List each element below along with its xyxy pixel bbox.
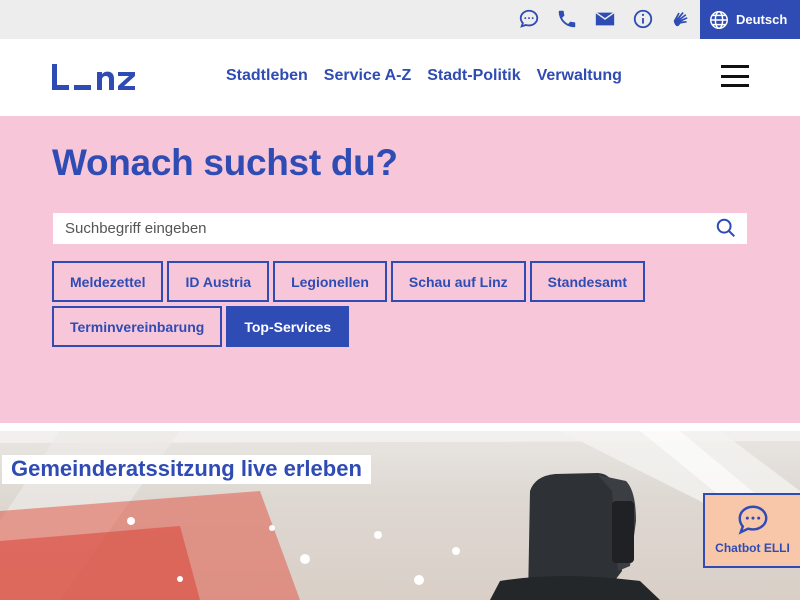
language-selector[interactable]: Deutsch <box>700 0 800 39</box>
page-title: Wonach suchst du? <box>52 142 398 183</box>
main-header: Stadtleben Service A-Z Stadt-Politik Ver… <box>0 39 800 116</box>
search-input[interactable] <box>53 213 747 244</box>
main-navigation: Stadtleben Service A-Z Stadt-Politik Ver… <box>226 67 622 85</box>
quick-link-meldezettel[interactable]: Meldezettel <box>52 261 164 302</box>
feature-teaser[interactable]: Gemeinderatssitzung live erleben <box>0 431 800 600</box>
menu-icon[interactable] <box>721 64 749 88</box>
mail-icon[interactable] <box>593 7 617 31</box>
chatbot-icon <box>738 505 767 535</box>
feature-title[interactable]: Gemeinderatssitzung live erleben <box>2 455 371 484</box>
search-hero: Wonach suchst du? Meldezettel ID Austria… <box>0 116 800 423</box>
globe-icon <box>710 10 728 29</box>
utility-bar: Deutsch <box>0 0 800 39</box>
info-icon[interactable] <box>631 7 655 31</box>
nav-verwaltung[interactable]: Verwaltung <box>537 67 622 85</box>
quick-link-standesamt[interactable]: Standesamt <box>529 261 646 302</box>
quick-link-id-austria[interactable]: ID Austria <box>167 261 270 302</box>
quick-link-top-services[interactable]: Top-Services <box>226 306 350 347</box>
quick-link-terminvereinbarung[interactable]: Terminvereinbarung <box>52 306 223 347</box>
nav-stadt-politik[interactable]: Stadt-Politik <box>427 67 520 85</box>
chatbot-label: Chatbot ELLI <box>715 541 790 555</box>
nav-stadtleben[interactable]: Stadtleben <box>226 67 308 85</box>
sign-language-icon[interactable] <box>669 7 693 31</box>
nav-service-a-z[interactable]: Service A-Z <box>324 67 411 85</box>
phone-icon[interactable] <box>555 7 579 31</box>
quick-link-schau-auf-linz[interactable]: Schau auf Linz <box>390 261 526 302</box>
search-icon[interactable] <box>715 217 737 239</box>
quick-link-legionellen[interactable]: Legionellen <box>273 261 387 302</box>
chatbot-button[interactable]: Chatbot ELLI <box>703 493 800 568</box>
language-label: Deutsch <box>736 12 788 27</box>
linz-logo[interactable] <box>52 62 144 92</box>
quick-links: Meldezettel ID Austria Legionellen Schau… <box>52 261 752 347</box>
chat-icon[interactable] <box>517 7 541 31</box>
search-box <box>53 213 747 244</box>
